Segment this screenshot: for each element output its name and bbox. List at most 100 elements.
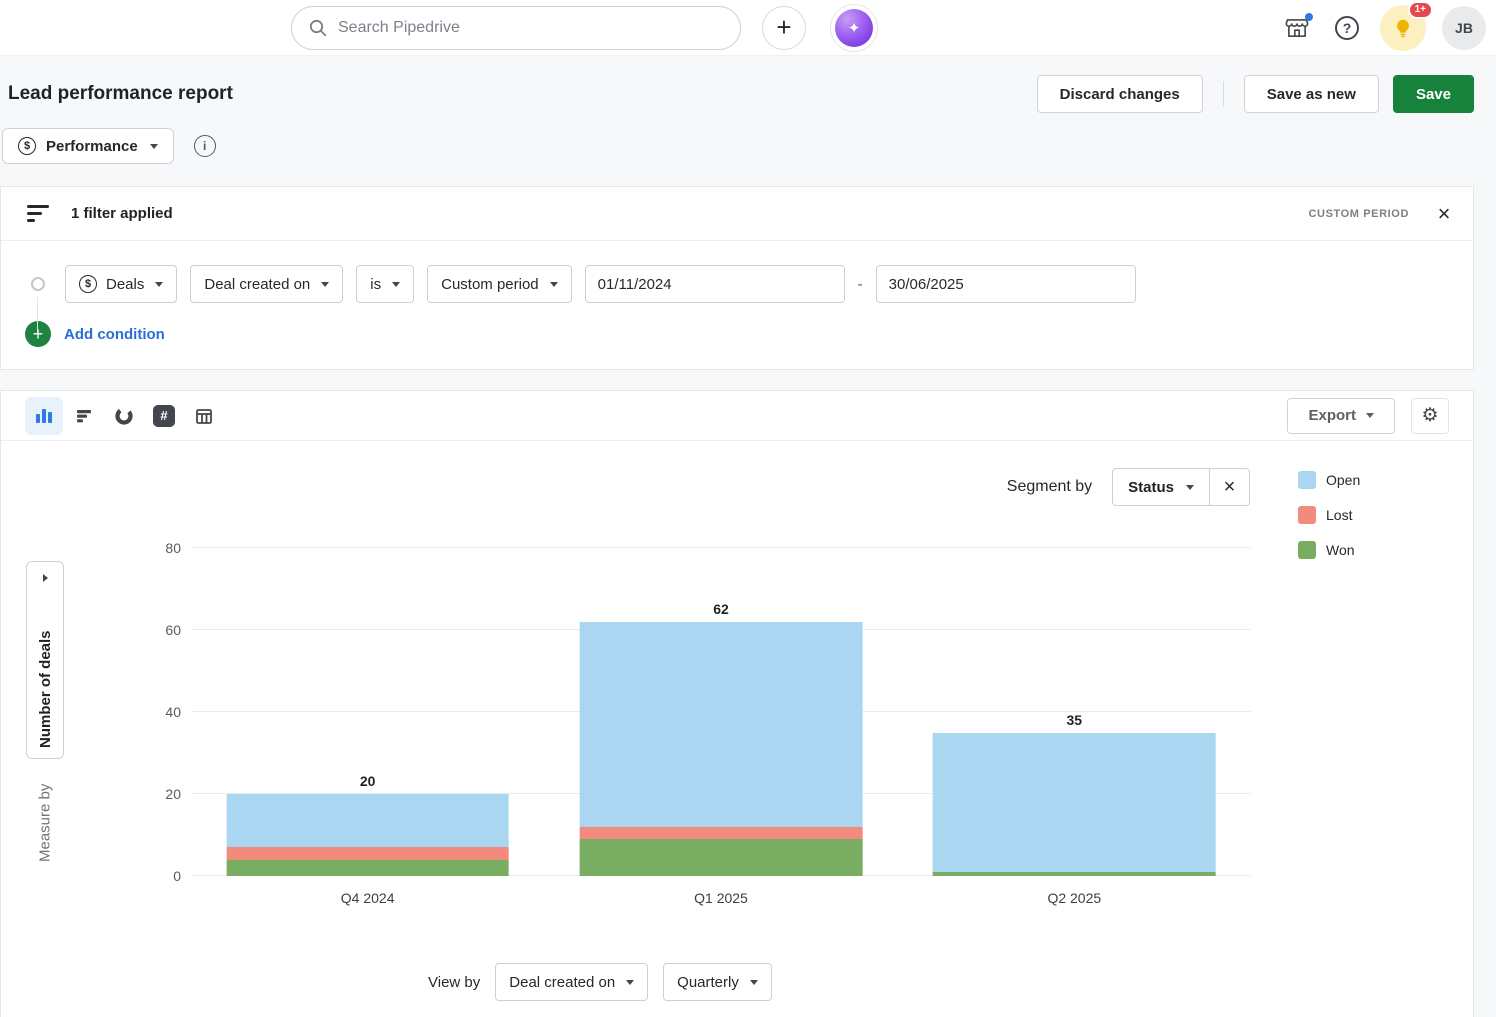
filter-body: $ Deals Deal created on is Custom period… — [1, 241, 1473, 369]
lightbulb-icon — [1392, 17, 1414, 39]
report-type-row: $ Performance i — [0, 126, 1496, 180]
segment-by-label: Segment by — [1007, 478, 1092, 496]
bar-segment-lost[interactable] — [580, 827, 863, 839]
segment-value-label: Status — [1128, 479, 1174, 496]
date-to-input[interactable] — [876, 265, 1136, 303]
settings-gear-button[interactable]: ⚙ — [1411, 398, 1449, 434]
view-by-controls: View by Deal created on Quarterly — [428, 963, 772, 1001]
bar-segment-won[interactable] — [226, 860, 509, 876]
plot-area: 20 62 35 — [191, 548, 1251, 876]
user-avatar[interactable]: JB — [1442, 6, 1486, 50]
add-condition-label: Add condition — [64, 326, 165, 343]
info-icon[interactable]: i — [194, 135, 216, 157]
chevron-down-icon — [550, 282, 558, 287]
y-tick-label: 80 — [141, 540, 181, 556]
legend-swatch — [1298, 471, 1316, 489]
measure-by-label: Measure by — [26, 773, 64, 873]
chevron-down-icon — [1186, 485, 1194, 490]
page-title: Lead performance report — [8, 83, 1037, 105]
operator-label: is — [370, 276, 381, 293]
remove-segment-button[interactable]: × — [1209, 469, 1249, 505]
value-type-dropdown[interactable]: Custom period — [427, 265, 572, 303]
chart-type-column-button[interactable] — [25, 397, 63, 435]
chevron-down-icon — [750, 980, 758, 985]
ai-assistant-button[interactable]: ✦ — [830, 4, 878, 52]
gear-icon: ⚙ — [1421, 405, 1438, 426]
legend-swatch — [1298, 506, 1316, 524]
chart-type-bar-button[interactable] — [65, 397, 103, 435]
bar-segment-open[interactable] — [580, 622, 863, 827]
condition-radio[interactable] — [31, 277, 45, 291]
bar-segment-open[interactable] — [226, 794, 509, 847]
date-range-separator: - — [858, 276, 863, 293]
topbar-right-group: ? 1+ JB — [1280, 5, 1496, 51]
header-actions: Discard changes Save as new Save — [1037, 75, 1474, 113]
x-axis-label: Q4 2024 — [191, 890, 544, 906]
y-tick-label: 40 — [141, 704, 181, 720]
chevron-right-icon — [43, 574, 48, 582]
measure-dropdown[interactable]: Number of deals — [26, 561, 64, 759]
search-input[interactable] — [338, 19, 724, 37]
bar-segment-lost[interactable] — [226, 847, 509, 859]
discard-changes-button[interactable]: Discard changes — [1037, 75, 1203, 113]
notification-badge: 1+ — [1408, 1, 1433, 19]
legend-label: Lost — [1326, 507, 1352, 523]
stacked-bar-q2-2025[interactable]: 35 — [933, 733, 1216, 877]
chart-area: Segment by Status × Open Lost Won Number o… — [1, 441, 1473, 1017]
sparkle-icon: ✦ — [835, 9, 873, 47]
save-as-new-button[interactable]: Save as new — [1244, 75, 1379, 113]
help-button[interactable]: ? — [1330, 11, 1364, 45]
connector-line — [37, 297, 38, 333]
x-axis-labels: Q4 2024Q1 2025Q2 2025 — [191, 890, 1251, 906]
donut-chart-icon — [114, 406, 134, 426]
chart-type-table-button[interactable] — [185, 397, 223, 435]
field-dropdown[interactable]: Deal created on — [190, 265, 343, 303]
y-tick-label: 0 — [141, 868, 181, 884]
operator-dropdown[interactable]: is — [356, 265, 414, 303]
chart-type-pie-button[interactable] — [105, 397, 143, 435]
y-tick-label: 20 — [141, 786, 181, 802]
dollar-icon: $ — [79, 275, 97, 293]
legend-item-won[interactable]: Won — [1298, 541, 1360, 559]
view-interval-label: Quarterly — [677, 974, 739, 991]
x-axis-label: Q1 2025 — [544, 890, 897, 906]
legend-item-lost[interactable]: Lost — [1298, 506, 1360, 524]
field-label: Deal created on — [204, 276, 310, 293]
segment-dropdown[interactable]: Status — [1113, 469, 1209, 505]
report-header: Lead performance report Discard changes … — [0, 56, 1496, 126]
export-dropdown[interactable]: Export — [1287, 398, 1395, 434]
close-filter-button[interactable]: × — [1425, 195, 1463, 233]
bar-chart-icon — [74, 406, 94, 426]
report-type-dropdown[interactable]: $ Performance — [2, 128, 174, 164]
chart-toolbar: # Export ⚙ — [1, 391, 1473, 441]
entity-dropdown[interactable]: $ Deals — [65, 265, 177, 303]
bar-segment-open[interactable] — [933, 733, 1216, 872]
marketplace-button[interactable] — [1280, 11, 1314, 45]
measure-value-label: Number of deals — [37, 590, 54, 748]
bar-segment-won[interactable] — [580, 839, 863, 876]
add-condition-button[interactable]: + Add condition — [25, 321, 165, 347]
view-interval-dropdown[interactable]: Quarterly — [663, 963, 772, 1001]
bar-segment-won[interactable] — [933, 872, 1216, 876]
bar-slot: 62 — [544, 548, 897, 876]
quick-add-button[interactable]: + — [762, 6, 806, 50]
custom-period-tag: CUSTOM PERIOD — [1309, 208, 1410, 220]
legend-swatch — [1298, 541, 1316, 559]
legend-label: Open — [1326, 472, 1360, 488]
global-search[interactable] — [291, 6, 741, 50]
chevron-down-icon — [150, 144, 158, 149]
entity-label: Deals — [106, 276, 144, 293]
stacked-bar-q4-2024[interactable]: 20 — [226, 794, 509, 876]
chart-type-number-button[interactable]: # — [145, 397, 183, 435]
stacked-bar-q1-2025[interactable]: 62 — [580, 622, 863, 876]
save-button[interactable]: Save — [1393, 75, 1474, 113]
legend-item-open[interactable]: Open — [1298, 471, 1360, 489]
plus-icon: + — [776, 12, 791, 43]
chevron-down-icon — [155, 282, 163, 287]
whats-new-button[interactable]: 1+ — [1380, 5, 1426, 51]
filter-panel: 1 filter applied CUSTOM PERIOD × $ Deals… — [0, 186, 1474, 370]
x-axis-label: Q2 2025 — [898, 890, 1251, 906]
bar-total-label: 62 — [580, 601, 863, 617]
date-from-input[interactable] — [585, 265, 845, 303]
view-field-dropdown[interactable]: Deal created on — [495, 963, 648, 1001]
